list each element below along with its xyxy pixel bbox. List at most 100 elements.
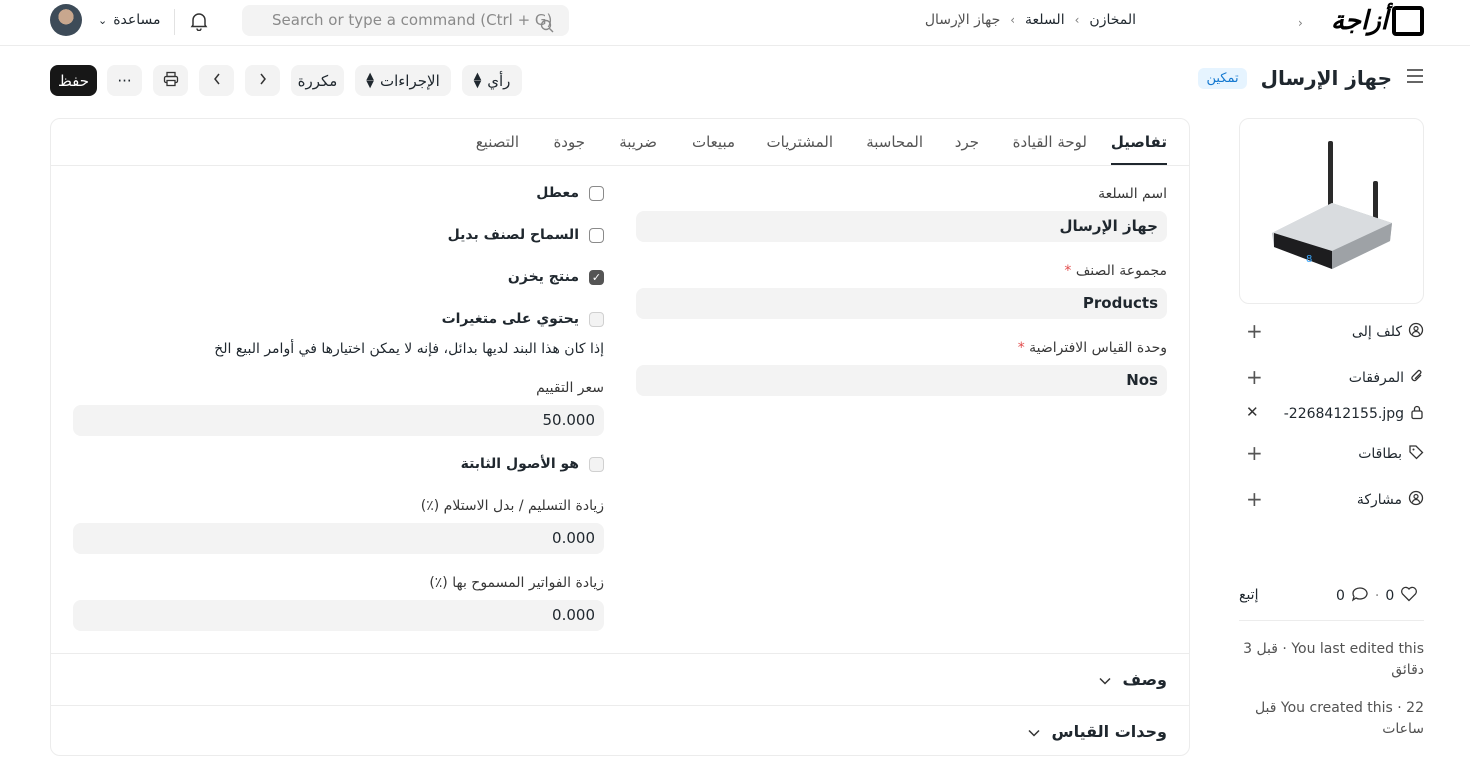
actions-dropdown[interactable]: ▲ ▼ الإجراءات (355, 65, 451, 96)
disabled-checkbox[interactable] (589, 185, 604, 201)
tag-icon (1408, 444, 1424, 464)
prev-button[interactable] (199, 65, 234, 96)
comment-icon[interactable] (1351, 586, 1369, 606)
tab-details[interactable]: تفاصيل (1110, 133, 1168, 165)
description-header: وصف (1099, 670, 1167, 689)
tags-label: بطاقات (1358, 446, 1402, 462)
actions-label: الإجراءات (379, 71, 440, 90)
uoms-title: وحدات القياس (1051, 722, 1167, 741)
item-group-label: مجموعة الصنف * (1064, 263, 1167, 279)
attachments-label: المرفقات (1348, 370, 1404, 386)
created-info: You created this · 22 قبل ساعات (1254, 700, 1424, 737)
item-group-field[interactable]: Products (636, 288, 1167, 319)
save-button[interactable]: حفظ (50, 65, 97, 96)
status-badge: تمكين (1198, 67, 1247, 89)
item-group-label-text: مجموعة الصنف (1075, 263, 1167, 279)
heart-icon[interactable] (1400, 586, 1418, 606)
is-stock-checkbox[interactable]: ✓ (589, 269, 604, 285)
help-menu[interactable]: ⌄ مساعدة (98, 12, 161, 28)
allow-alternative-checkbox[interactable] (589, 227, 604, 243)
view-label: رأي (487, 71, 511, 90)
sidebar-divider (1239, 620, 1424, 621)
add-tag-icon[interactable]: + (1246, 441, 1263, 465)
allow-alternative-row: السماح لصنف بديل (448, 227, 604, 243)
breadcrumb-current: جهاز الإرسال (924, 12, 1001, 28)
chevron-right-icon (258, 72, 268, 90)
breadcrumb-separator-icon: › (1298, 16, 1303, 30)
chevron-down-icon (1099, 670, 1111, 689)
tab-dashboard[interactable]: لوحة القيادة (1013, 133, 1087, 151)
like-count: 0 (1385, 588, 1395, 604)
disabled-label: معطل (536, 185, 579, 201)
save-label: حفظ (57, 71, 90, 90)
valuation-field[interactable]: 50.000 (73, 405, 604, 436)
tab-purchasing[interactable]: المشتريات (767, 133, 833, 151)
transmitter-image: 8 (1272, 141, 1392, 269)
assigned-to-label: كلف إلى (1351, 324, 1402, 340)
over-delivery-field[interactable]: 0.000 (73, 523, 604, 554)
user-add-icon (1408, 322, 1424, 342)
has-variants-checkbox[interactable] (589, 311, 604, 327)
search-placeholder: Search or type a command (Ctrl + G) (272, 11, 553, 29)
uoms-section[interactable]: وحدات القياس (51, 705, 1189, 755)
item-name-field[interactable]: جهاز الإرسال (636, 211, 1167, 242)
share-label: مشاركة (1356, 492, 1402, 508)
attachments: المرفقات (1349, 368, 1424, 388)
menu-icon[interactable] (1406, 69, 1424, 87)
bell-icon[interactable] (190, 11, 208, 35)
tab-inventory[interactable]: جرد (955, 133, 979, 151)
logo[interactable]: أزاجة (1331, 5, 1424, 37)
uom-field[interactable]: Nos (636, 365, 1167, 396)
fixed-asset-label: هو الأصول الثابتة (460, 456, 579, 472)
navbar: ⌄ مساعدة Search or type a command (Ctrl … (0, 0, 1470, 46)
search-input[interactable]: Search or type a command (Ctrl + G) (242, 5, 569, 36)
is-stock-label: منتج يخزن (507, 269, 579, 285)
tab-quality[interactable]: جودة (553, 133, 585, 151)
chevron-down-icon: ⌄ (98, 13, 108, 27)
divider (174, 9, 175, 35)
logo-text: أزاجة (1330, 6, 1388, 36)
svg-text:8: 8 (1306, 254, 1312, 265)
more-button[interactable]: ··· (107, 65, 142, 96)
attachments-row: + المرفقات (1246, 365, 1424, 390)
next-button[interactable] (245, 65, 280, 96)
breadcrumb-warehouses[interactable]: المخازن (1089, 12, 1136, 28)
uoms-header: وحدات القياس (1027, 722, 1167, 741)
attachment-file[interactable]: -2268412155.jpg (1284, 404, 1424, 424)
chevron-down-icon (1027, 722, 1040, 741)
description-section[interactable]: وصف (51, 653, 1189, 705)
print-button[interactable] (153, 65, 188, 96)
breadcrumb-item[interactable]: السلعة (1025, 12, 1065, 28)
uom-label: وحدة القياس الافتراضية * (1018, 340, 1167, 356)
add-assignee-icon[interactable]: + (1246, 319, 1263, 343)
over-billing-field[interactable]: 0.000 (73, 600, 604, 631)
tab-accounting[interactable]: المحاسبة (866, 133, 923, 151)
share-row: + مشاركة (1246, 487, 1424, 512)
add-share-icon[interactable]: + (1246, 487, 1263, 511)
breadcrumb-separator-icon: › (1010, 13, 1016, 27)
tab-manufacturing[interactable]: التصنيع (476, 133, 519, 151)
assigned-to[interactable]: كلف إلى (1352, 322, 1424, 342)
comment-count: 0 (1336, 588, 1345, 604)
remove-attachment-icon[interactable]: ✕ (1246, 403, 1259, 421)
avatar[interactable] (50, 4, 82, 36)
item-image[interactable]: 8 (1239, 118, 1424, 304)
add-attachment-icon[interactable]: + (1246, 365, 1263, 389)
updown-icon: ▲ ▼ (366, 70, 374, 90)
view-dropdown[interactable]: ▲ ▼ رأي (462, 65, 522, 96)
breadcrumb-separator-icon: › (1074, 13, 1080, 27)
updown-icon: ▲ ▼ (473, 70, 482, 90)
breadcrumb: المخازن › السلعة › جهاز الإرسال (925, 12, 1136, 28)
tab-sales[interactable]: مبيعات (692, 133, 735, 151)
logo-mark (1392, 6, 1424, 36)
tags: بطاقات (1358, 444, 1424, 464)
description-title: وصف (1122, 670, 1167, 689)
fixed-asset-checkbox[interactable] (589, 456, 604, 472)
lock-icon (1410, 404, 1424, 424)
tab-tax[interactable]: ضريبة (619, 133, 657, 151)
follow-link[interactable]: إتبع (1239, 587, 1258, 603)
social-counts: 0 · 0 (1336, 586, 1418, 606)
search-icon (540, 13, 554, 44)
uom-label-text: وحدة القياس الافتراضية (1029, 340, 1167, 356)
repeated-button[interactable]: مكررة (291, 65, 344, 96)
